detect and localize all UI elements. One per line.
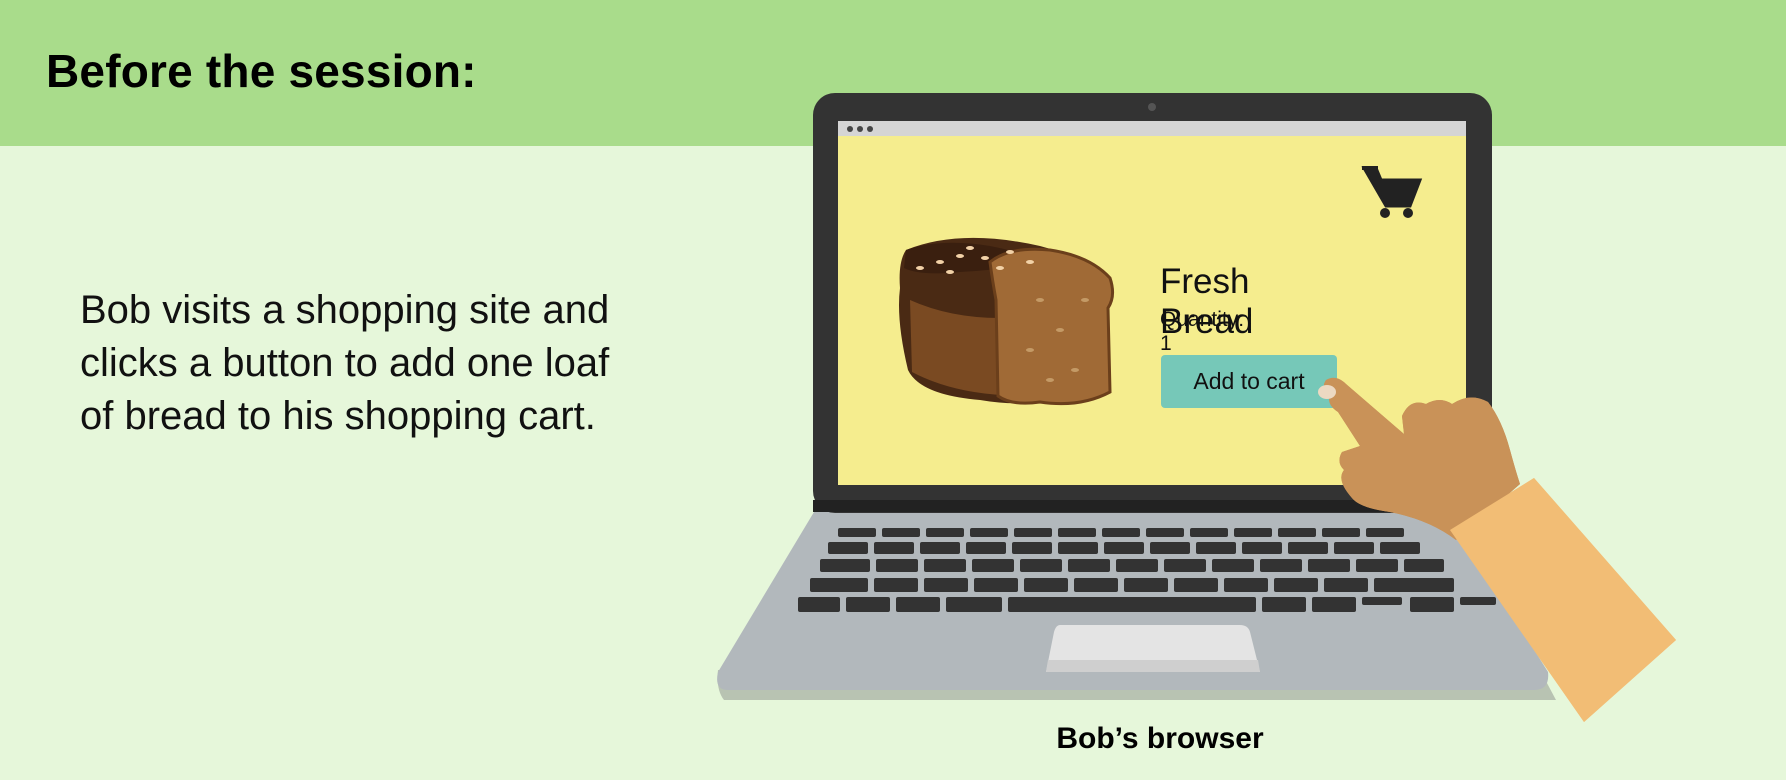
- webcam: [1148, 103, 1156, 111]
- quantity-label: Quantity: 1: [1160, 308, 1245, 355]
- laptop-illustration: [717, 93, 1676, 722]
- browser-bar: [838, 121, 1466, 136]
- browser-dot: [867, 126, 873, 132]
- key-row-4: [810, 578, 1454, 592]
- bread-image: [899, 237, 1115, 406]
- browser-dot: [847, 126, 853, 132]
- illustration-caption: Bob’s browser: [1056, 722, 1264, 755]
- browser-dot: [857, 126, 863, 132]
- add-to-cart-button[interactable]: Add to cart: [1161, 355, 1337, 408]
